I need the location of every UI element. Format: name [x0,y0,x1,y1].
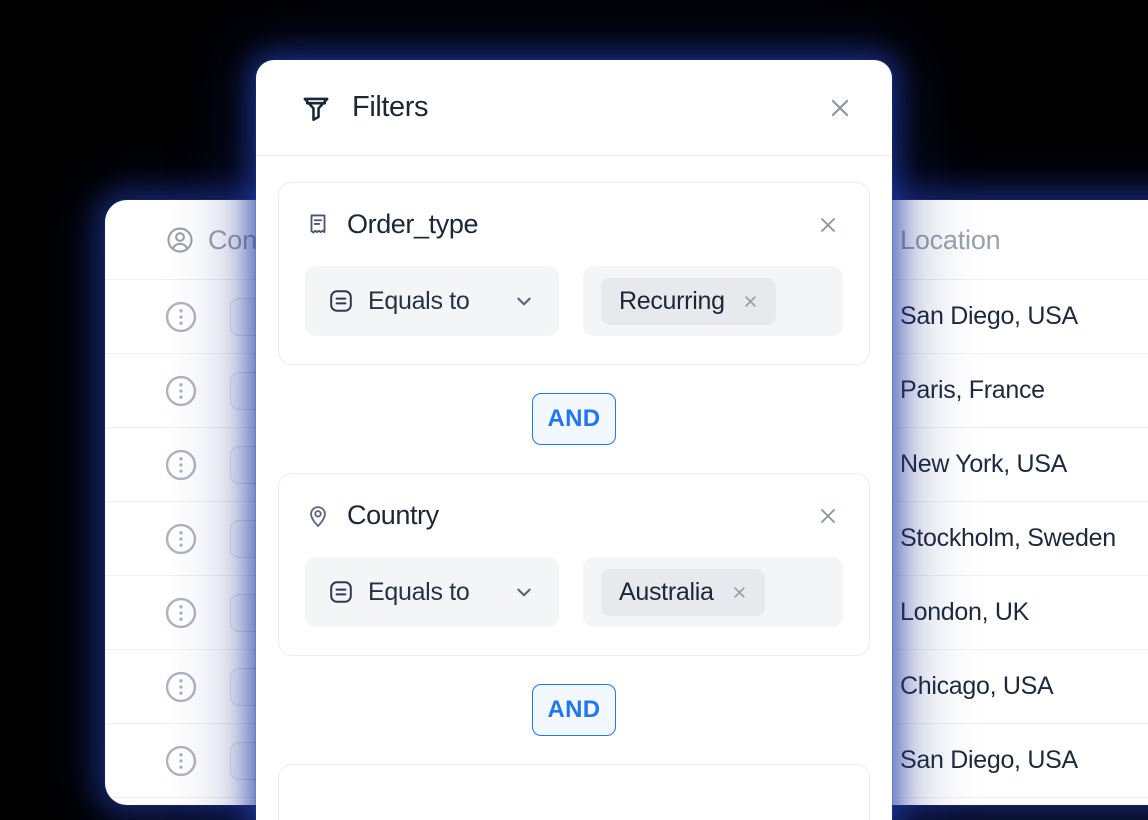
more-vertical-icon[interactable] [163,521,199,557]
more-vertical-icon[interactable] [163,373,199,409]
filter-value-chip[interactable]: Recurring [601,277,776,325]
equals-box-icon [327,287,355,315]
remove-filter-button[interactable] [813,501,843,531]
close-modal-button[interactable] [822,90,858,126]
conjunction-row: AND [278,365,870,473]
cell-location: London, UK [900,598,1030,626]
filter-value-chip[interactable]: Australia [601,568,765,616]
close-icon[interactable] [741,292,760,311]
filters-title-group: Filters [300,91,429,124]
filter-card-header: Order_type [305,209,843,240]
conjunction-and-button[interactable]: AND [532,393,616,445]
filters-modal-header: Filters [256,60,892,156]
filter-card-controls: Equals to Australia [305,557,843,627]
filter-value-label: Recurring [619,286,725,315]
filter-operator-label: Equals to [368,286,470,315]
chevron-down-icon [511,288,537,314]
filter-card-controls: Equals to Recurring [305,266,843,336]
filter-card [278,764,870,820]
column-header-location[interactable]: Location [900,200,1001,280]
cell-location: New York, USA [900,450,1068,478]
user-circle-icon [165,225,195,255]
receipt-icon [305,212,331,238]
remove-filter-button[interactable] [813,210,843,240]
map-pin-icon [305,503,331,529]
filter-field-label: Country [347,500,439,530]
filters-modal: Filters Order_type Equals to Recurring AND C… [256,60,892,820]
chevron-down-icon [511,579,537,605]
filter-card-header: Country [305,500,843,531]
close-icon[interactable] [730,583,749,602]
screen: Contact Location San Diego, USA Paris, Fr… [0,0,1148,820]
filter-operator-select[interactable]: Equals to [305,557,559,627]
filter-operator-select[interactable]: Equals to [305,266,559,336]
filter-value-label: Australia [619,577,714,606]
cell-location: Chicago, USA [900,672,1054,700]
cell-location: Stockholm, Sweden [900,524,1116,552]
filter-value-field[interactable]: Australia [583,557,843,627]
column-header-location-label: Location [900,224,1001,255]
equals-box-icon [327,578,355,606]
more-vertical-icon[interactable] [163,447,199,483]
funnel-icon [300,92,332,124]
conjunction-row: AND [278,656,870,764]
more-vertical-icon[interactable] [163,743,199,779]
more-vertical-icon[interactable] [163,299,199,335]
filter-value-field[interactable]: Recurring [583,266,843,336]
conjunction-and-button[interactable]: AND [532,684,616,736]
cell-location: Paris, France [900,376,1045,404]
filter-field-group: Order_type [305,209,478,240]
filter-field-group: Country [305,500,439,531]
more-vertical-icon[interactable] [163,595,199,631]
filter-card: Country Equals to Australia [278,473,870,656]
filter-card: Order_type Equals to Recurring [278,182,870,365]
page-title: Filters [352,91,429,123]
cell-location: San Diego, USA [900,746,1078,774]
cell-location: San Diego, USA [900,302,1078,330]
filter-field-label: Order_type [347,209,479,239]
more-vertical-icon[interactable] [163,669,199,705]
filters-list: Order_type Equals to Recurring AND Country Eq… [256,156,892,820]
filter-operator-label: Equals to [368,577,470,606]
